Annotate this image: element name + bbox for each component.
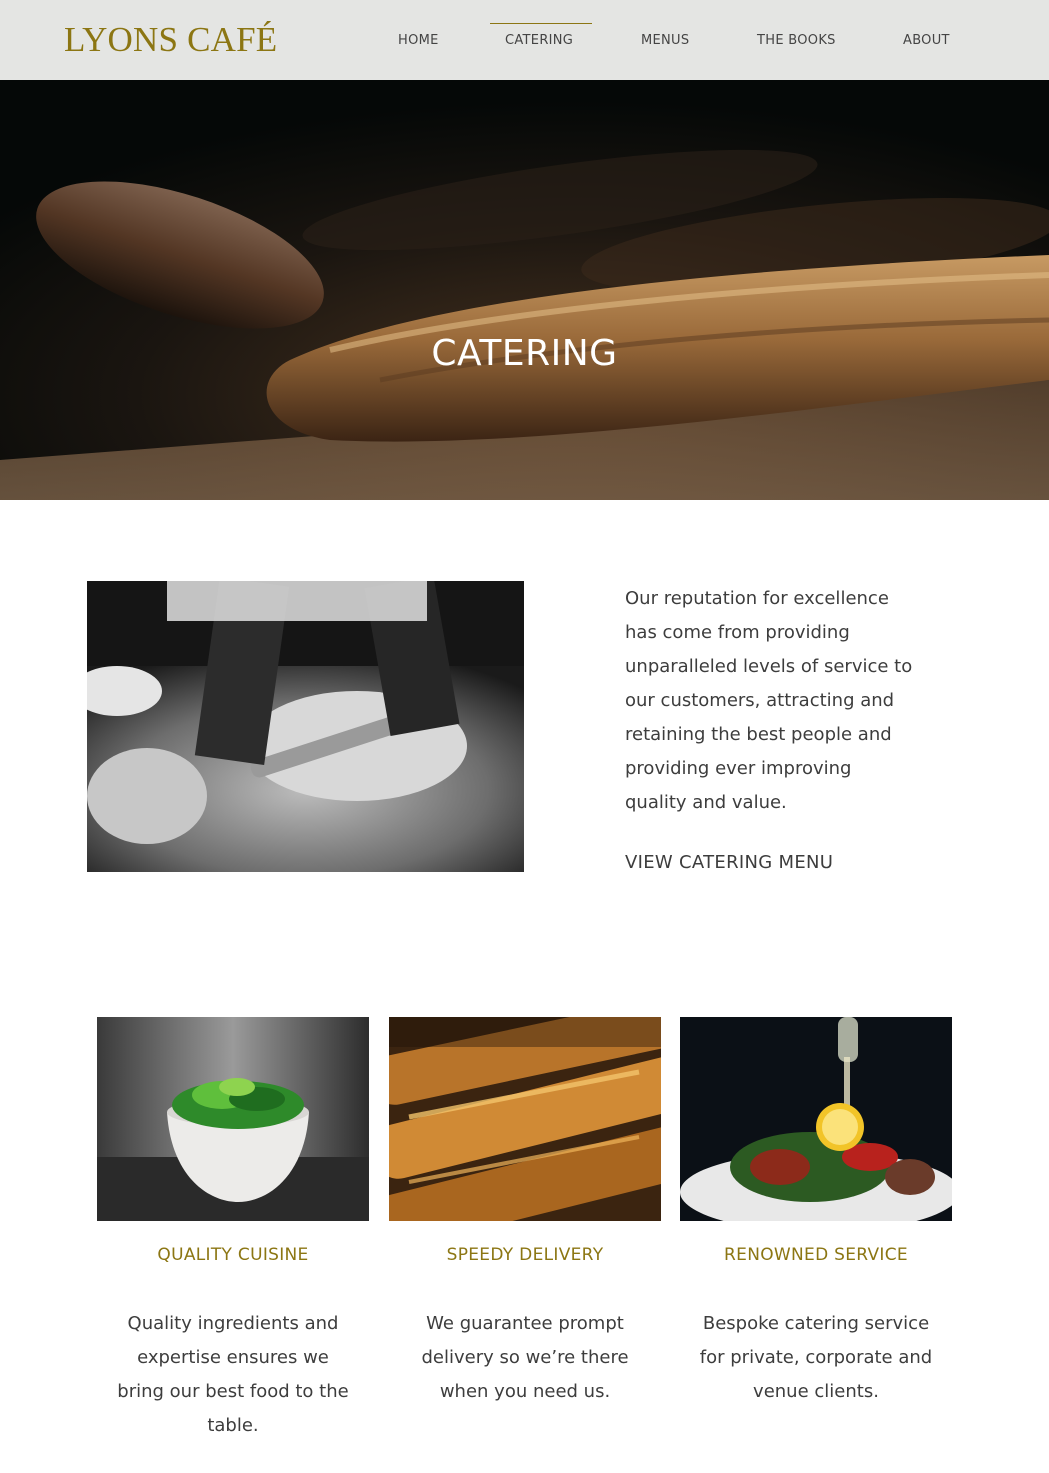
feature-text: Bespoke catering service for private, co… bbox=[699, 1313, 933, 1402]
feature-text: We guarantee prompt delivery so we’re th… bbox=[421, 1313, 629, 1402]
feature-text: Quality ingredients and expertise ensure… bbox=[117, 1313, 349, 1436]
feature-title: SPEEDY DELIVERY bbox=[446, 1245, 604, 1265]
hero-bread-image bbox=[0, 80, 1049, 500]
feature-title: RENOWNED SERVICE bbox=[724, 1245, 908, 1265]
feature-card: QUALITY CUISINE Quality ingredients and … bbox=[97, 1017, 369, 1436]
plated-dish-image bbox=[680, 1017, 952, 1221]
nav-menus[interactable]: MENUS bbox=[641, 31, 689, 51]
site-header: LYONS CAFÉ HOME CATERING MENUS THE BOOKS… bbox=[0, 0, 1049, 80]
feature-card: RENOWNED SERVICE Bespoke catering servic… bbox=[680, 1017, 952, 1402]
active-nav-indicator bbox=[490, 23, 592, 24]
feature-title: QUALITY CUISINE bbox=[157, 1245, 309, 1265]
intro-paragraph: Our reputation for excellence has come f… bbox=[625, 588, 913, 813]
green-onion-bowl-image bbox=[97, 1017, 369, 1221]
nav-catering[interactable]: CATERING bbox=[505, 31, 573, 51]
hero-banner: CATERING bbox=[0, 80, 1049, 500]
view-catering-menu-link[interactable]: VIEW CATERING MENU bbox=[625, 848, 833, 878]
nav-home[interactable]: HOME bbox=[398, 31, 439, 51]
hero-title: CATERING bbox=[431, 333, 618, 374]
grilled-rolls-image bbox=[389, 1017, 661, 1221]
nav-the-books[interactable]: THE BOOKS bbox=[757, 31, 836, 51]
site-logo[interactable]: LYONS CAFÉ bbox=[64, 18, 277, 62]
chef-rolling-dough-image bbox=[87, 581, 524, 872]
nav-about[interactable]: ABOUT bbox=[903, 31, 950, 51]
feature-card: SPEEDY DELIVERY We guarantee prompt deli… bbox=[389, 1017, 661, 1402]
